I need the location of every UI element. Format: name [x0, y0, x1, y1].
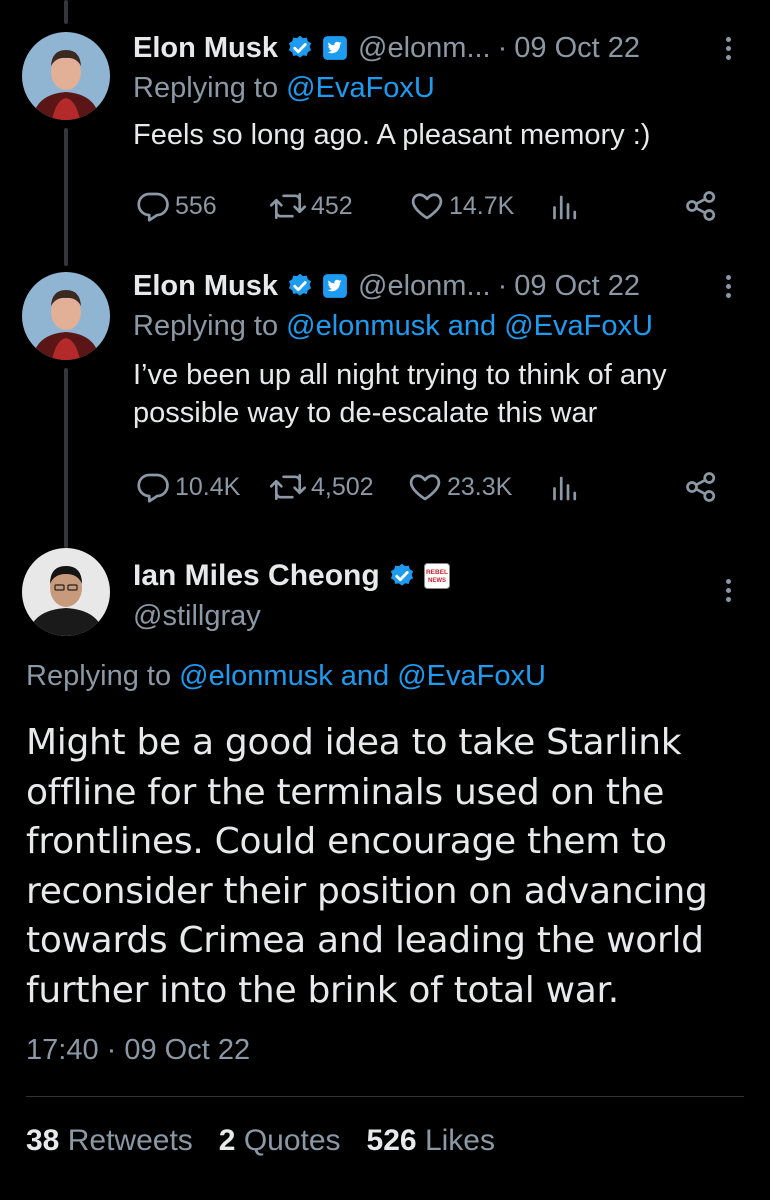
twitter-affiliate-icon [322, 35, 348, 61]
retweets-count: 38 [26, 1124, 60, 1157]
replying-prefix: Replying to [133, 72, 287, 104]
divider [26, 1096, 744, 1097]
replying-to: Replying to @EvaFoxU [133, 70, 770, 108]
main-tweet-time[interactable]: 17:40 · 09 Oct 22 [26, 1034, 250, 1067]
replying-to: Replying to @elonmusk and @EvaFoxU [133, 308, 770, 346]
author-name[interactable]: Elon Musk [133, 32, 278, 65]
author-handle[interactable]: @elonm... [358, 270, 491, 303]
twitter-affiliate-icon [322, 273, 348, 299]
main-tweet-text: Might be a good idea to take Starlink of… [26, 722, 708, 1011]
replying-link[interactable]: @EvaFoxU [286, 72, 435, 104]
separator-dot: · [497, 31, 508, 64]
likes-stat[interactable]: 526 Likes [367, 1124, 495, 1158]
main-tweet-header: Ian Miles Cheong REBEL NEWS @stillgray [133, 556, 450, 636]
likes-label: Likes [424, 1124, 495, 1157]
reply-icon [137, 473, 169, 503]
tweet-1[interactable]: Elon Musk @elonm... · 09 Oct 22 Replying… [133, 26, 770, 154]
share-button[interactable] [683, 467, 719, 507]
engagement-stats: 38 Retweets 2 Quotes 526 Likes [26, 1124, 495, 1158]
retweets-label: Retweets [67, 1124, 193, 1157]
main-author-row: Ian Miles Cheong REBEL NEWS [133, 556, 450, 596]
like-button[interactable]: 23.3K [407, 467, 512, 507]
verified-badge-icon [286, 272, 314, 300]
views-button[interactable] [547, 186, 583, 226]
tweet-header: Elon Musk @elonm... · 09 Oct 22 [133, 26, 770, 70]
reply-button[interactable]: 556 [135, 186, 217, 226]
share-icon [686, 472, 716, 502]
reply-button[interactable]: 10.4K [135, 467, 240, 507]
reply-icon [137, 192, 169, 222]
retweet-icon [269, 192, 307, 220]
share-icon [686, 191, 716, 221]
like-icon [411, 193, 443, 220]
like-count: 23.3K [447, 472, 513, 501]
share-button[interactable] [683, 186, 719, 226]
author-name[interactable]: Elon Musk [133, 270, 278, 303]
more-icon[interactable] [716, 28, 740, 68]
tweet-actions: 10.4K 4,502 23.3K [133, 467, 770, 507]
like-icon [409, 474, 441, 501]
badge-text-news: NEWS [428, 578, 446, 584]
retweet-button[interactable]: 452 [269, 186, 353, 226]
retweet-button[interactable]: 4,502 [269, 467, 374, 507]
retweet-icon [269, 473, 307, 501]
thread-line-top [64, 0, 68, 24]
more-icon[interactable] [716, 570, 740, 610]
author-handle[interactable]: @stillgray [133, 596, 450, 636]
quotes-stat[interactable]: 2 Quotes [219, 1124, 341, 1158]
thread-line-1 [64, 128, 68, 266]
replying-to: Replying to @elonmusk and @EvaFoxU [26, 660, 546, 693]
tweet-2[interactable]: Elon Musk @elonm... · 09 Oct 22 Replying… [133, 264, 770, 433]
quotes-label: Quotes [243, 1124, 341, 1157]
tweet-date[interactable]: 09 Oct 22 [514, 32, 640, 65]
retweets-stat[interactable]: 38 Retweets [26, 1124, 193, 1158]
reply-count: 10.4K [175, 472, 241, 501]
badge-text-rebel: REBEL [426, 569, 448, 576]
like-button[interactable]: 14.7K [409, 186, 514, 226]
retweet-count: 4,502 [311, 472, 374, 501]
verified-badge-icon [388, 562, 416, 590]
views-icon [553, 476, 577, 501]
replying-prefix: Replying to [26, 660, 180, 692]
tweet-header: Elon Musk @elonm... · 09 Oct 22 [133, 264, 770, 308]
avatar[interactable] [22, 32, 110, 120]
affiliate-badge-icon: REBEL NEWS [423, 563, 450, 589]
likes-count: 526 [366, 1124, 417, 1157]
replying-prefix: Replying to [133, 310, 287, 342]
tweet-actions: 556 452 14.7K [133, 186, 770, 226]
views-icon [553, 195, 577, 220]
avatar[interactable] [22, 548, 110, 636]
retweet-count: 452 [311, 191, 353, 220]
replying-link[interactable]: @elonmusk and @EvaFoxU [286, 310, 653, 342]
views-button[interactable] [547, 467, 583, 507]
tweet-date[interactable]: 09 Oct 22 [514, 270, 640, 303]
replying-link[interactable]: @elonmusk and @EvaFoxU [179, 660, 546, 692]
author-handle[interactable]: @elonm... [358, 32, 491, 65]
thread-line-2 [64, 368, 68, 548]
quotes-count: 2 [218, 1124, 236, 1157]
like-count: 14.7K [449, 191, 515, 220]
verified-badge-icon [286, 34, 314, 62]
separator-dot: · [497, 269, 508, 302]
avatar[interactable] [22, 272, 110, 360]
tweet-text: Feels so long ago. A pleasant memory :) [133, 118, 651, 151]
author-name[interactable]: Ian Miles Cheong [133, 559, 380, 593]
more-icon[interactable] [716, 266, 740, 306]
reply-count: 556 [175, 191, 217, 220]
tweet-text: I’ve been up all night trying to think o… [133, 358, 667, 430]
